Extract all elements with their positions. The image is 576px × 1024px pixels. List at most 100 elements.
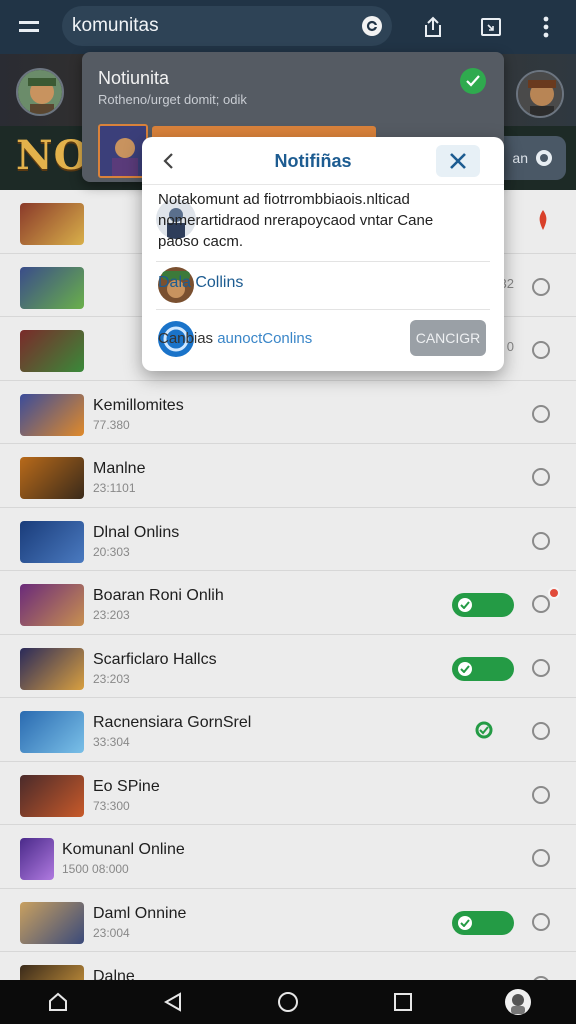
nav-home-circle-button[interactable] (268, 982, 308, 1022)
search-input[interactable]: komunitas (72, 15, 362, 37)
select-radio[interactable] (532, 912, 550, 931)
notification-title: Notiunita (98, 68, 170, 88)
game-thumbnail (20, 901, 84, 944)
list-item-subtitle: 73:300 (93, 798, 130, 813)
user-avatar-left[interactable] (16, 68, 64, 116)
notification-check-icon[interactable] (460, 68, 486, 94)
enable-toggle[interactable] (452, 910, 514, 935)
select-radio[interactable] (532, 341, 550, 359)
game-thumbnail (20, 520, 84, 563)
game-thumbnail (20, 266, 84, 309)
partial-count-label: 0 (506, 339, 514, 354)
check-icon (458, 661, 472, 676)
list-item-title: Komunanl Online (62, 841, 185, 858)
notification-dialog: Notifiñas Notakomunt ad fiotrrombbiaois.… (142, 137, 504, 371)
game-logo: NO (16, 132, 90, 179)
enable-toggle[interactable] (452, 593, 514, 617)
nav-profile-button[interactable] (498, 982, 538, 1022)
dialog-divider-1 (156, 261, 490, 262)
dialog-contact-name[interactable]: Dala Collins (158, 274, 243, 292)
dialog-contact-link[interactable]: aunoctConlins (217, 330, 312, 347)
nav-recents-icon (394, 993, 413, 1011)
list-item-subtitle: 20:303 (93, 544, 130, 559)
game-thumbnail (20, 330, 84, 372)
alert-flame-icon (538, 210, 548, 230)
game-thumbnail (20, 711, 84, 753)
share-icon (425, 16, 441, 37)
list-item[interactable]: Boaran Roni Onlih 23:203 (0, 571, 576, 635)
list-item[interactable]: Racnensiara GornSrel 33:304 (0, 698, 576, 762)
select-radio[interactable] (532, 404, 550, 423)
select-radio[interactable] (532, 277, 550, 296)
dialog-title: Notifiñas (274, 151, 352, 171)
list-item[interactable]: Daml Onnine 23:004 (0, 888, 576, 952)
list-item-title: Eo SPine (93, 777, 160, 795)
select-radio[interactable] (532, 785, 550, 804)
list-item[interactable]: Kemillomites 77.380 (0, 380, 576, 444)
game-thumbnail (20, 457, 84, 499)
notification-thumbnail (98, 124, 148, 178)
dialog-contact-line: Canbias aunoctConlins (158, 330, 312, 347)
user-avatar-right[interactable] (516, 70, 564, 118)
menu-button[interactable] (0, 0, 60, 54)
dialog-divider-2 (156, 309, 490, 310)
notification-dot (548, 587, 560, 599)
select-radio[interactable] (532, 722, 550, 740)
list-item-title: Dlnal Onlins (93, 523, 180, 541)
game-thumbnail (20, 647, 84, 690)
nav-recents-button[interactable] (383, 982, 423, 1022)
list-item-subtitle: 23:004 (93, 925, 130, 940)
list-item-subtitle: 33:304 (93, 735, 130, 749)
nav-back-icon (163, 992, 181, 1012)
nav-home-icon (277, 992, 298, 1012)
close-icon (450, 153, 466, 169)
game-thumbnail (20, 203, 84, 245)
enable-toggle[interactable] (452, 656, 514, 681)
select-radio[interactable] (532, 468, 550, 486)
notification-subtitle: Rotheno/urget domit; odik (98, 92, 247, 107)
select-radio[interactable] (532, 658, 550, 677)
list-item[interactable]: Manlne 23:1101 (0, 444, 576, 508)
home-icon (48, 992, 67, 1011)
menu-icon (19, 21, 39, 32)
share-button[interactable] (416, 10, 450, 44)
list-item-title: Manlne (93, 460, 146, 477)
select-radio[interactable] (532, 531, 550, 550)
list-item-title: Kemillomites (93, 396, 184, 414)
list-item-subtitle: 1500 08:000 (62, 862, 129, 876)
dialog-close-button[interactable] (436, 145, 480, 177)
dialog-message: Notakomunt ad fiotrrombbiaois.nlticad no… (158, 189, 478, 252)
list-item-subtitle: 77.380 (93, 417, 130, 432)
game-thumbnail (20, 584, 84, 626)
list-item[interactable]: Dlnal Onlins 20:303 (0, 507, 576, 571)
dialog-cancel-button[interactable]: CANCIGR (410, 320, 486, 356)
list-item-subtitle: 23:203 (93, 671, 130, 686)
list-item[interactable]: Scarficlaro Hallcs 23:203 (0, 634, 576, 698)
select-radio[interactable] (532, 595, 550, 613)
profile-avatar-icon (505, 989, 532, 1015)
more-vert-icon (543, 16, 549, 38)
cast-icon (481, 18, 501, 36)
game-thumbnail (20, 838, 54, 880)
cast-button[interactable] (474, 10, 508, 44)
list-item-subtitle: 23:203 (93, 608, 130, 622)
search-bar[interactable]: komunitas (62, 6, 392, 46)
banner-pill-label: an (512, 150, 528, 166)
more-button[interactable] (529, 10, 563, 44)
system-nav-bar (0, 980, 576, 1024)
check-icon (458, 915, 472, 930)
select-radio[interactable] (532, 849, 550, 867)
check-icon (458, 598, 472, 612)
list-item-title: Racnensiara GornSrel (93, 714, 252, 731)
list-item[interactable]: Komunanl Online 1500 08:000 (0, 825, 576, 889)
nav-back-button[interactable] (153, 982, 193, 1022)
visibility-icon (536, 150, 552, 166)
list-item-title: Boaran Roni Onlih (93, 587, 224, 604)
search-clear-icon[interactable] (362, 16, 382, 36)
sync-icon[interactable] (474, 720, 494, 740)
list-item-title: Scarficlaro Hallcs (93, 650, 217, 668)
list-item[interactable]: Eo SPine 73:300 (0, 761, 576, 825)
nav-home-button[interactable] (38, 982, 78, 1022)
game-thumbnail (20, 393, 84, 436)
game-thumbnail (20, 774, 84, 817)
